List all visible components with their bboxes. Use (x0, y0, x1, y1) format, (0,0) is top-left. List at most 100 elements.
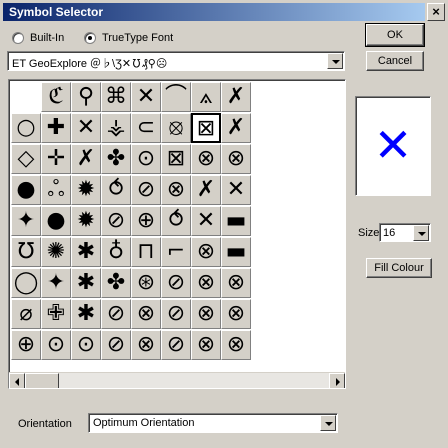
symbol-cell[interactable]: ♁ (101, 237, 131, 267)
symbol-cell[interactable]: ◯ (11, 268, 41, 298)
symbol-cell[interactable]: ✗ (221, 113, 251, 143)
symbol-cell[interactable]: ✛ (41, 144, 71, 174)
symbol-cell[interactable]: ✦ (41, 268, 71, 298)
preview-symbol-icon: ✕ (373, 118, 413, 172)
orientation-label: Orientation (18, 418, 72, 430)
orientation-select[interactable]: Optimum Orientation (88, 413, 338, 433)
size-dropdown-icon[interactable] (413, 225, 429, 241)
symbol-cell[interactable]: ● (41, 206, 71, 236)
symbol-cell[interactable]: ⌘ (101, 82, 131, 112)
symbol-cell[interactable]: ✚ (41, 113, 71, 143)
symbol-cell[interactable]: ⊗ (131, 330, 161, 360)
symbol-cell[interactable]: ⥀ (101, 175, 131, 205)
symbol-cell[interactable]: ⊗ (191, 268, 221, 298)
symbol-cell[interactable]: ⊙ (131, 144, 161, 174)
symbol-cell[interactable]: ▬ (221, 206, 251, 236)
truetype-radio-circle[interactable] (84, 32, 96, 44)
symbol-cell[interactable]: ⊘ (131, 175, 161, 205)
symbol-cell[interactable]: ✙ (41, 299, 71, 329)
symbol-cell[interactable]: ⊗ (221, 268, 251, 298)
font-select-value: ET GeoExplore ＠♭\Ʒ✕℧₰⚲☹ (12, 58, 168, 70)
font-select[interactable]: ET GeoExplore ＠♭\Ʒ✕℧₰⚲☹ (7, 51, 345, 71)
close-button[interactable]: × (427, 3, 445, 21)
symbol-cell[interactable]: ✹ (71, 206, 101, 236)
symbol-cell[interactable]: ○ (11, 113, 41, 143)
symbol-cell[interactable]: ⊂ (131, 113, 161, 143)
symbol-cell[interactable]: ⦻ (161, 113, 191, 143)
symbol-cell[interactable]: ⊠ (161, 144, 191, 174)
symbol-cell[interactable]: ⊘ (161, 299, 191, 329)
size-select[interactable]: 16 (379, 223, 431, 242)
symbol-cell[interactable]: ⊗ (191, 144, 221, 174)
builtin-radio-circle[interactable] (12, 32, 24, 44)
symbol-cell[interactable]: ✕ (221, 175, 251, 205)
truetype-radio[interactable]: TrueType Font (84, 30, 173, 46)
fill-colour-button[interactable]: Fill Colour (366, 258, 432, 278)
symbol-cell[interactable]: ◇ (11, 144, 41, 174)
orientation-select-value: Optimum Orientation (93, 417, 195, 429)
symbol-cell[interactable]: ℭ (41, 82, 71, 112)
symbol-cell[interactable]: ⊗ (161, 175, 191, 205)
symbol-cell[interactable]: ✱ (71, 268, 101, 298)
scroll-right-icon[interactable] (329, 373, 345, 388)
symbol-cell[interactable]: ⊗ (131, 299, 161, 329)
symbol-cell[interactable]: ✱ (71, 237, 101, 267)
symbol-preview: ✕ (355, 96, 431, 196)
builtin-radio[interactable]: Built-In (12, 30, 64, 46)
symbol-cell[interactable]: ✤ (101, 144, 131, 174)
cancel-button[interactable]: Cancel (366, 51, 424, 71)
symbol-cell[interactable]: ⊘ (101, 299, 131, 329)
horizontal-scrollbar[interactable] (9, 372, 345, 388)
symbol-cell[interactable]: ⌐ (161, 237, 191, 267)
symbol-cell[interactable]: ℧ (11, 237, 41, 267)
symbol-cell[interactable]: ⊗ (191, 330, 221, 360)
symbol-cell[interactable]: ⊙ (41, 330, 71, 360)
builtin-radio-label: Built-In (30, 32, 65, 44)
symbol-cell[interactable]: ⚶ (101, 113, 131, 143)
symbol-cell[interactable]: ✕ (131, 82, 161, 112)
symbol-cell[interactable]: ⊗ (221, 330, 251, 360)
symbol-cell[interactable]: ✗ (191, 175, 221, 205)
window-title: Symbol Selector (9, 5, 104, 19)
symbol-cell[interactable]: ▬ (221, 237, 251, 267)
symbol-cell[interactable]: ⌀ (11, 299, 41, 329)
scroll-left-icon[interactable] (9, 373, 25, 388)
symbol-cell[interactable]: ✗ (221, 82, 251, 112)
font-select-dropdown-icon[interactable] (327, 53, 343, 69)
symbol-cell[interactable]: ⊠ (191, 113, 221, 143)
symbol-cell[interactable]: ⌒ (161, 82, 191, 112)
symbol-cell[interactable]: ⊗ (191, 237, 221, 267)
symbol-cell[interactable]: ✕ (71, 113, 101, 143)
symbol-cell[interactable]: ⊗ (191, 299, 221, 329)
symbol-selector-dialog: Symbol Selector × Built-In TrueType Font… (0, 0, 448, 448)
symbol-cell[interactable]: ⊓ (131, 237, 161, 267)
symbol-grid-panel: ℭ ⚲ ⌘ ✕ ⌒ ⟑ ✗ ○ ✚ ✕ ⚶ ⊂ ⦻ ⊠ ✗ ◇ ✛ ✗ ✤ ⊙ ⊠ ⊗ ⊗ ● ஃ ✹ ⥀ ⊘ ⊗ ✗ ✕ ✦ ● ✹ ⊘ ⊕ ⥀ ✕ ▬ ℧… (8, 79, 346, 389)
symbol-cell[interactable]: ✹ (71, 175, 101, 205)
symbol-cell[interactable]: ⊗ (221, 299, 251, 329)
symbol-cell[interactable]: ⊛ (131, 268, 161, 298)
symbol-cell[interactable]: ✕ (191, 206, 221, 236)
symbol-cell[interactable]: ⊘ (101, 330, 131, 360)
symbol-cell[interactable]: ✗ (71, 144, 101, 174)
symbol-cell[interactable]: ⥀ (161, 206, 191, 236)
symbol-grid: ℭ ⚲ ⌘ ✕ ⌒ ⟑ ✗ ○ ✚ ✕ ⚶ ⊂ ⦻ ⊠ ✗ ◇ ✛ ✗ ✤ ⊙ ⊠ ⊗ ⊗ ● ஃ ✹ ⥀ ⊘ ⊗ ✗ ✕ ✦ ● ✹ ⊘ ⊕ ⥀ ✕ ▬ ℧… (9, 80, 345, 373)
symbol-cell[interactable]: ⟑ (191, 82, 221, 112)
scroll-thumb[interactable] (25, 373, 59, 388)
symbol-cell[interactable]: ⊕ (131, 206, 161, 236)
symbol-cell[interactable]: ✱ (71, 299, 101, 329)
symbol-cell[interactable]: ✤ (101, 268, 131, 298)
symbol-cell[interactable]: ⊙ (71, 330, 101, 360)
orientation-dropdown-icon[interactable] (320, 415, 336, 431)
symbol-cell[interactable]: ● (11, 175, 41, 205)
symbol-cell[interactable]: ஃ (41, 175, 71, 205)
symbol-cell[interactable]: ⊘ (161, 330, 191, 360)
symbol-cell[interactable]: ⊗ (221, 144, 251, 174)
ok-button[interactable]: OK (365, 23, 425, 47)
symbol-cell[interactable]: ⊕ (11, 330, 41, 360)
symbol-cell[interactable]: ⊘ (161, 268, 191, 298)
symbol-cell[interactable]: ✺ (41, 237, 71, 267)
symbol-cell[interactable]: ⚲ (71, 82, 101, 112)
symbol-cell[interactable]: ✦ (11, 206, 41, 236)
size-select-value: 16 (383, 227, 396, 239)
symbol-cell[interactable]: ⊘ (101, 206, 131, 236)
